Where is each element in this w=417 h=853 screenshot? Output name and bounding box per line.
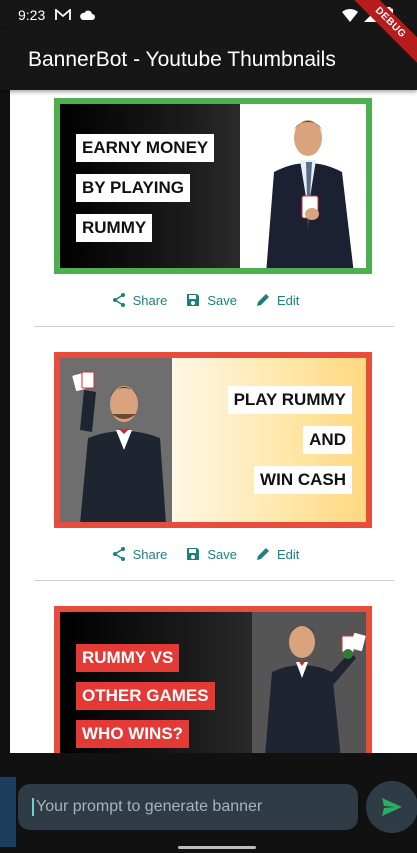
banner-headline-line: BY PLAYING [76, 174, 191, 202]
divider [34, 326, 394, 327]
save-icon [187, 294, 200, 306]
banner-headline-line: RUMMY [76, 214, 153, 242]
banner-headline-line: PLAY RUMMY [227, 386, 352, 414]
share-label: Share [132, 292, 168, 308]
banner-card[interactable]: EARNY MONEY BY PLAYING RUMMY [54, 98, 372, 274]
divider [34, 580, 394, 581]
edit-button[interactable]: Edit [255, 292, 299, 308]
edit-label: Edit [276, 546, 300, 562]
share-label: Share [132, 546, 168, 562]
banner-headline-line: WIN CASH [254, 466, 352, 494]
prompt-placeholder: Your prompt to generate banner [36, 798, 263, 815]
banner-list[interactable]: EARNY MONEY BY PLAYING RUMMY Share Save … [10, 90, 400, 753]
banner-actions: Share Save Edit [10, 546, 400, 562]
share-icon [112, 293, 125, 307]
banner-headline-line: AND [303, 426, 352, 454]
send-icon [382, 798, 402, 816]
banner-headline-line: WHO WINS? [76, 720, 190, 748]
banner-actions: Share Save Edit [10, 292, 400, 308]
edit-button[interactable]: Edit [255, 546, 299, 562]
page-title: BannerBot - Youtube Thumbnails [28, 48, 336, 71]
businessman-photo [266, 120, 354, 268]
save-button[interactable]: Save [185, 546, 237, 562]
pencil-icon [256, 294, 269, 306]
banner-headline-line: RUMMY VS [76, 644, 180, 672]
prompt-input[interactable]: Your prompt to generate banner [18, 784, 358, 830]
banner-card[interactable]: RUMMY VS OTHER GAMES WHO WINS? [54, 606, 372, 753]
share-icon [112, 547, 125, 561]
send-button[interactable] [366, 781, 417, 833]
text-cursor [32, 798, 34, 816]
banner-headline-line: EARNY MONEY [76, 134, 215, 162]
banner-card[interactable]: PLAY RUMMY AND WIN CASH [54, 352, 372, 528]
status-bar: 9:23 [0, 0, 417, 30]
gmail-icon [55, 9, 72, 20]
wifi-icon [342, 8, 358, 22]
card-player-photo [265, 626, 366, 753]
save-label: Save [207, 546, 237, 562]
save-label: Save [207, 292, 237, 308]
scroll-track[interactable] [400, 90, 417, 753]
edit-label: Edit [276, 292, 300, 308]
share-button[interactable]: Share [111, 546, 168, 562]
home-indicator [178, 846, 256, 849]
save-button[interactable]: Save [185, 292, 237, 308]
cloud-icon [80, 10, 96, 20]
card-player-photo [72, 371, 166, 522]
background-fragment [0, 777, 16, 847]
app-bar: BannerBot - Youtube Thumbnails [0, 30, 417, 90]
banner-headline-line: OTHER GAMES [76, 682, 215, 710]
save-icon [187, 548, 200, 560]
pencil-icon [256, 548, 269, 560]
share-button[interactable]: Share [111, 292, 168, 308]
status-time: 9:23 [18, 7, 46, 23]
